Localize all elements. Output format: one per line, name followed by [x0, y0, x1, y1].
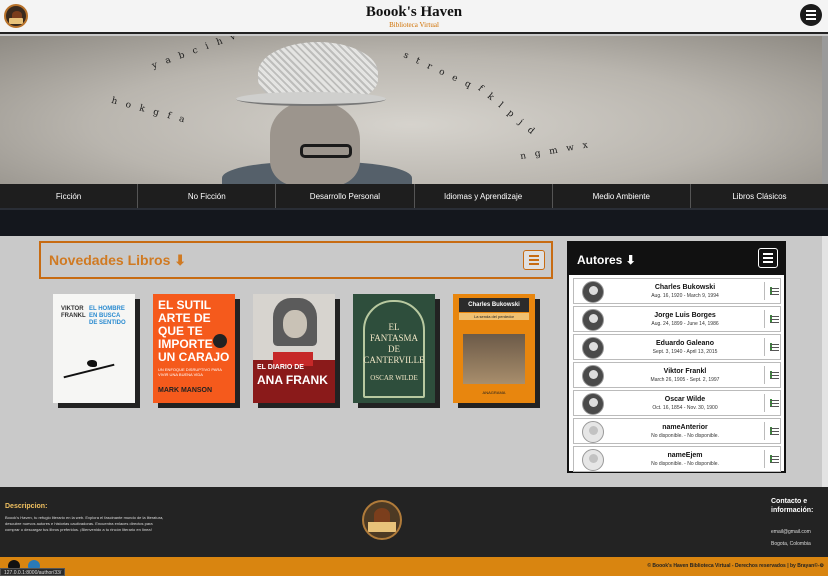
- category-medio-ambiente[interactable]: Medio Ambiente: [553, 184, 691, 208]
- author-details-icon[interactable]: [770, 287, 779, 295]
- author-row[interactable]: nameEjem No disponible. - No disponible.: [573, 446, 781, 472]
- author-dates: No disponible. - No disponible.: [651, 461, 719, 467]
- author-details-icon[interactable]: [770, 371, 779, 379]
- author-name[interactable]: Oscar Wilde: [614, 396, 756, 403]
- footer-description-heading: Descripcion:: [5, 503, 48, 510]
- author-name[interactable]: Viktor Frankl: [614, 368, 756, 375]
- footer-location: Bogota, Colombia: [771, 541, 811, 547]
- book-cover-ana-frank[interactable]: EL DIARIO DE ANA FRANK: [253, 294, 335, 403]
- author-avatar: [582, 281, 604, 303]
- author-row[interactable]: Jorge Luis Borges Aug. 24, 1899 - June 14…: [573, 306, 781, 332]
- author-name[interactable]: Eduardo Galeano: [614, 340, 756, 347]
- footer-description: Boook's Haven, tu refugio literario en l…: [5, 515, 164, 532]
- authors-title[interactable]: Autores ⬇: [577, 253, 636, 267]
- category-nav: Ficción No Ficción Desarrollo Personal I…: [0, 184, 828, 208]
- scatter-letters: s t r o e q: [401, 50, 476, 92]
- footer-logo-icon: [362, 500, 402, 540]
- author-avatar: [582, 421, 604, 443]
- site-subtitle: Biblioteca Virtual: [389, 21, 439, 29]
- category-no-ficcion[interactable]: No Ficción: [138, 184, 277, 208]
- author-dates: March 26, 1905 - Sept. 2, 1997: [650, 377, 720, 383]
- hero-banner-image: y a b c i h v s t r o e q f k l p j d n …: [0, 36, 822, 184]
- author-row[interactable]: nameAnterior No disponible. - No disponib…: [573, 418, 781, 444]
- status-bar-url: 127.0.0.1:8000/author/33/: [0, 568, 66, 576]
- book-cover-bukowski[interactable]: Charles Bukowski La senda del perdedor A…: [453, 294, 535, 403]
- top-header: Boook's Haven Biblioteca Virtual: [0, 0, 828, 34]
- category-idiomas[interactable]: Idiomas y Aprendizaje: [415, 184, 553, 208]
- author-avatar: [582, 337, 604, 359]
- award-seal-icon: [213, 334, 227, 348]
- author-details-icon[interactable]: [770, 315, 779, 323]
- author-details-icon[interactable]: [770, 399, 779, 407]
- site-footer: Descripcion: Boook's Haven, tu refugio l…: [0, 487, 828, 557]
- author-dates: Aug. 16, 1920 - March 9, 1994: [651, 293, 719, 299]
- site-title: Boook's Haven: [365, 4, 463, 20]
- copyright-bar: © Boook's Haven Biblioteca Virtual - Der…: [0, 557, 828, 576]
- bird-icon: [87, 360, 97, 367]
- author-avatar: [582, 309, 604, 331]
- novedades-title[interactable]: Novedades Libros ⬇: [49, 252, 186, 269]
- scatter-letters: n g m w x: [519, 139, 592, 163]
- book-cover-manson[interactable]: EL SUTIL ARTE DE QUE TE IMPORTE UN CARAJ…: [153, 294, 235, 403]
- author-dates: Aug. 24, 1899 - June 14, 1986: [651, 321, 719, 327]
- author-details-icon[interactable]: [770, 343, 779, 351]
- author-row[interactable]: Viktor Frankl March 26, 1905 - Sept. 2, 1…: [573, 362, 781, 388]
- list-view-icon[interactable]: [523, 250, 545, 270]
- section-divider: [0, 208, 828, 236]
- author-row[interactable]: Charles Bukowski Aug. 16, 1920 - March 9,…: [573, 278, 781, 304]
- scatter-letters: h o k g f a: [110, 96, 189, 126]
- scatter-letters: f k l p j d: [475, 83, 539, 139]
- author-details-icon[interactable]: [770, 455, 779, 463]
- footer-contact-heading: Contacto e información:: [771, 498, 814, 514]
- authors-panel: Autores ⬇ Charles Bukowski Aug. 16, 1920 …: [567, 241, 786, 473]
- menu-hamburger-icon[interactable]: [800, 4, 822, 26]
- author-name[interactable]: Jorge Luis Borges: [614, 312, 756, 319]
- book-cover-canterville[interactable]: EL FANTASMA DE CANTERVILLE OSCAR WILDE: [353, 294, 435, 403]
- author-avatar: [582, 365, 604, 387]
- category-libros-clasicos[interactable]: Libros Clásicos: [691, 184, 828, 208]
- author-dates: Sept. 3, 1940 - April 13, 2015: [652, 349, 718, 355]
- author-name[interactable]: nameEjem: [614, 452, 756, 459]
- author-row[interactable]: Eduardo Galeano Sept. 3, 1940 - April 13,…: [573, 334, 781, 360]
- author-avatar: [582, 393, 604, 415]
- category-desarrollo-personal[interactable]: Desarrollo Personal: [276, 184, 415, 208]
- author-name[interactable]: nameAnterior: [614, 424, 756, 431]
- book-cover-frankl[interactable]: VIKTOR FRANKL EL HOMBRE EN BUSCA DE SENT…: [53, 294, 135, 403]
- copyright-text: © Boook's Haven Biblioteca Virtual - Der…: [647, 563, 824, 569]
- authors-list-icon[interactable]: [758, 248, 778, 268]
- footer-email[interactable]: email@gmail.com: [771, 529, 811, 535]
- novedades-header: Novedades Libros ⬇: [39, 241, 553, 279]
- author-details-icon[interactable]: [770, 427, 779, 435]
- author-name[interactable]: Charles Bukowski: [614, 284, 756, 291]
- author-dates: Oct. 16, 1854 - Nov. 30, 1900: [652, 405, 718, 411]
- author-row[interactable]: Oscar Wilde Oct. 16, 1854 - Nov. 30, 1900: [573, 390, 781, 416]
- category-ficcion[interactable]: Ficción: [0, 184, 139, 208]
- scatter-letters: y a b c i h v: [150, 36, 240, 72]
- author-dates: No disponible. - No disponible.: [651, 433, 719, 439]
- author-avatar: [582, 449, 604, 471]
